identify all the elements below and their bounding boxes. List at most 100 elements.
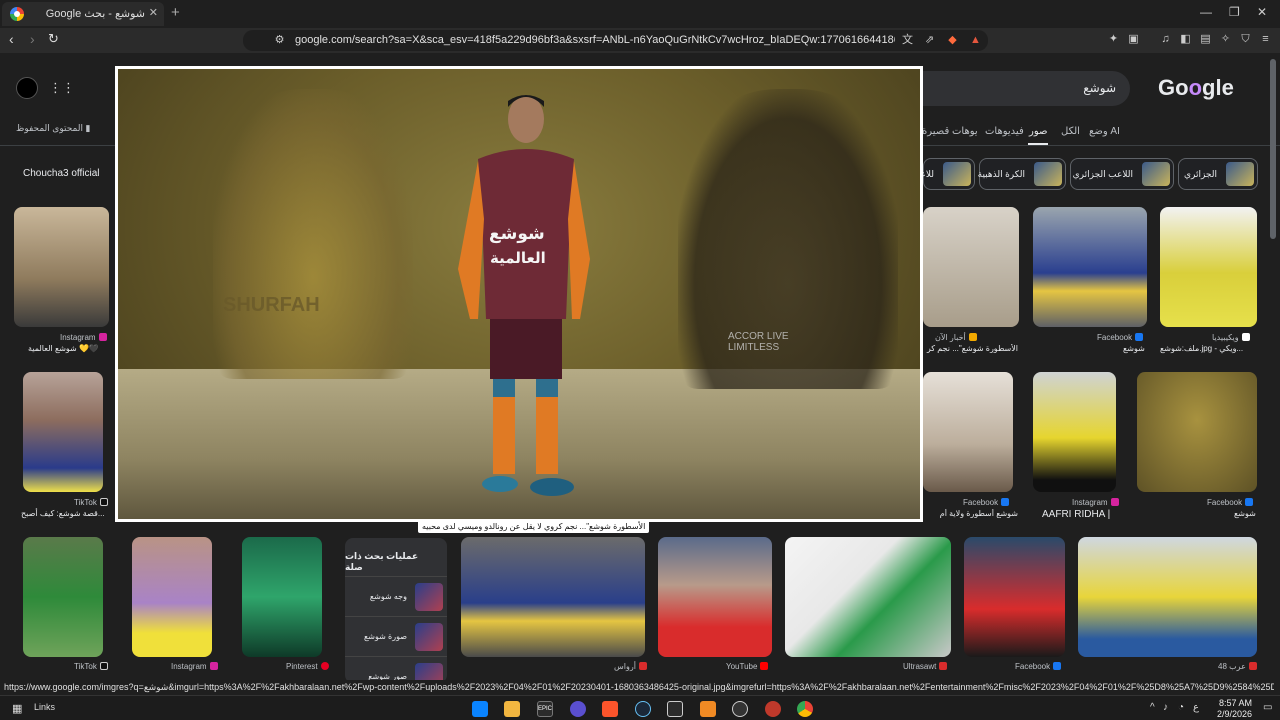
result-caption[interactable]: شوشع	[1234, 509, 1256, 518]
image-result[interactable]	[1078, 537, 1257, 657]
bg-sponsor-left: SHURFAH	[223, 294, 320, 316]
brave-rewards-icon[interactable]: ▲	[969, 34, 982, 47]
restore-icon[interactable]: ❐	[1229, 5, 1240, 19]
chip-algerian-player[interactable]: اللاعب الجزائري	[1070, 158, 1174, 190]
address-bar[interactable]: ⚙ google.com/search?sa=X&sca_esv=418f5a2…	[243, 30, 988, 51]
image-result[interactable]	[1160, 207, 1257, 327]
source-icon	[939, 662, 948, 670]
minimize-icon[interactable]: —	[1200, 5, 1212, 19]
image-result[interactable]	[14, 207, 109, 327]
result-caption[interactable]: شوشع	[1123, 344, 1145, 353]
chip-player[interactable]: للاعب	[912, 158, 975, 190]
chip-algerian[interactable]: الجزائري	[1178, 158, 1258, 190]
links-label[interactable]: Links	[34, 702, 55, 712]
result-caption[interactable]: شوشع أسطورة ولاية أم	[923, 509, 1018, 518]
app-icon[interactable]	[667, 701, 683, 717]
channel-chip[interactable]: Choucha3 official	[23, 168, 100, 179]
image-result[interactable]	[23, 372, 103, 492]
image-result[interactable]	[1033, 207, 1147, 327]
app-icon[interactable]	[570, 701, 586, 717]
image-result[interactable]	[923, 372, 1013, 492]
google-logo[interactable]: Google	[1158, 75, 1234, 101]
sidebar-icon[interactable]: ◧	[1179, 33, 1192, 46]
image-result[interactable]	[785, 537, 951, 657]
result-caption[interactable]: ملف:شوشع.jpg - ويكي...	[1160, 344, 1243, 353]
steam-icon[interactable]	[635, 701, 651, 717]
result-caption[interactable]: AAFRI RIDHA |	[1042, 509, 1110, 520]
new-tab-button[interactable]: +	[171, 4, 180, 21]
leo-ai-icon[interactable]: ✧	[1219, 33, 1232, 46]
tab-close-icon[interactable]: ✕	[149, 6, 158, 19]
image-preview-overlay[interactable]: SHURFAH ACCOR LIVE LIMITLESS شوشع العالم…	[115, 66, 923, 522]
epic-games-icon[interactable]: EPIC	[537, 701, 553, 717]
translate-icon[interactable]: 文	[901, 34, 914, 47]
notifications-icon[interactable]: ▭	[1263, 702, 1272, 713]
app-icon[interactable]	[732, 701, 748, 717]
image-result[interactable]	[461, 537, 645, 657]
brave-shields-icon[interactable]: ◆	[946, 34, 959, 47]
media-icon[interactable]: ♫	[1159, 33, 1172, 46]
extensions-icon[interactable]: ✦	[1107, 33, 1120, 46]
tab-short-videos[interactable]: فيديوهات قصيرة	[922, 126, 977, 137]
result-source: Facebook	[1097, 333, 1144, 342]
image-result[interactable]	[923, 207, 1019, 327]
image-result[interactable]	[1137, 372, 1257, 492]
site-info-icon[interactable]: ⚙	[273, 34, 286, 47]
links-toolbar-icon[interactable]: ▦	[12, 702, 22, 715]
logo-o2: o	[1188, 75, 1203, 100]
source-label: Ultrasawt	[903, 662, 937, 671]
vpn-icon[interactable]: ⛉	[1239, 33, 1252, 46]
reload-icon[interactable]: ↻	[48, 31, 59, 47]
image-result[interactable]	[1033, 372, 1116, 492]
screenshot-icon[interactable]: ▣	[1127, 33, 1140, 46]
result-source: Facebook	[1207, 498, 1254, 507]
speaker-icon[interactable]: ♪	[1163, 702, 1168, 713]
tab-videos[interactable]: فيديوهات	[985, 126, 1024, 137]
tab-all[interactable]: الكل	[1061, 126, 1080, 137]
active-tab[interactable]: شوشع - بحث Google ✕	[2, 2, 164, 26]
brave-browser-icon[interactable]	[602, 701, 618, 717]
start-icon[interactable]	[472, 701, 488, 717]
share-icon[interactable]: ⇗	[923, 34, 936, 47]
tray-overflow-icon[interactable]: ^	[1150, 702, 1155, 713]
network-icon[interactable]: ◔	[1178, 702, 1184, 713]
chrome-icon[interactable]	[797, 701, 813, 717]
image-result[interactable]	[964, 537, 1065, 657]
image-result[interactable]	[242, 537, 322, 657]
page-scrollbar[interactable]	[1270, 59, 1276, 239]
image-result[interactable]	[132, 537, 212, 657]
saved-content-link[interactable]: المحتوى المحفوظ ▮	[16, 123, 90, 134]
image-result[interactable]	[23, 537, 103, 657]
preview-image: SHURFAH ACCOR LIVE LIMITLESS شوشع العالم…	[118, 69, 920, 519]
app-icon[interactable]	[765, 701, 781, 717]
forward-icon[interactable]: ›	[30, 31, 35, 47]
search-input[interactable]: شوشع	[905, 71, 1130, 106]
apps-grid-icon[interactable]: ⋮⋮	[49, 80, 75, 96]
hover-url: https://www.google.com/imgres?q=شوشع&img…	[4, 682, 1274, 692]
related-search-item[interactable]: وجه شوشع	[345, 576, 447, 616]
result-caption[interactable]: شوشع العالمية 💛🖤	[28, 344, 99, 353]
result-caption[interactable]: الأسطورة شوشع"... نجم كر	[923, 344, 1018, 353]
account-avatar[interactable]	[16, 77, 38, 99]
file-explorer-icon[interactable]	[504, 701, 520, 717]
window-close-icon[interactable]: ✕	[1257, 5, 1267, 19]
ime-icon[interactable]: ع	[1193, 702, 1199, 713]
preview-caption[interactable]: الأسطورة شوشع"... نجم كروي لا يقل عن رون…	[418, 520, 650, 533]
tab-ai-mode[interactable]: وضع AI	[1089, 126, 1120, 137]
pinterest-icon	[320, 662, 329, 670]
app-icon[interactable]	[700, 701, 716, 717]
wallet-icon[interactable]: ▤	[1199, 33, 1212, 46]
result-source: Instagram	[1072, 498, 1119, 507]
related-search-item[interactable]: صورة شوشع	[345, 616, 447, 656]
menu-icon[interactable]: ≡	[1259, 33, 1272, 46]
result-caption[interactable]: قصة شوشع: كيف أصبح...	[21, 509, 105, 518]
result-source: Pinterest	[286, 662, 329, 671]
result-source: Instagram	[171, 662, 218, 671]
image-result[interactable]	[658, 537, 772, 657]
facebook-icon	[1001, 498, 1010, 506]
back-icon[interactable]: ‹	[9, 31, 14, 47]
related-search-item[interactable]: صور شوشع	[345, 656, 447, 680]
tab-images[interactable]: صور	[1029, 126, 1048, 137]
clock[interactable]: 8:57 AM 2/9/2026	[1208, 698, 1252, 720]
chip-ballon-dor[interactable]: الكرة الذهبية	[978, 158, 1066, 190]
